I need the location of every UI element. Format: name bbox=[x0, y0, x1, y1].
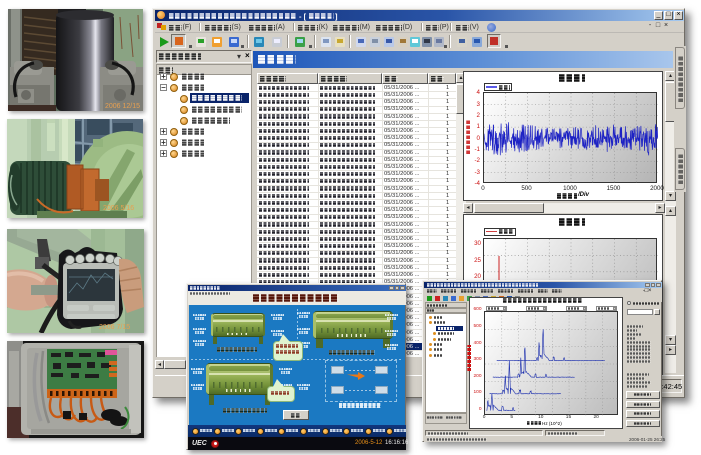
svg-text:2006 5/16: 2006 5/16 bbox=[103, 205, 134, 212]
svg-text:2006 7/15: 2006 7/15 bbox=[99, 324, 130, 331]
svg-text:2006 12/15: 2006 12/15 bbox=[105, 103, 140, 110]
